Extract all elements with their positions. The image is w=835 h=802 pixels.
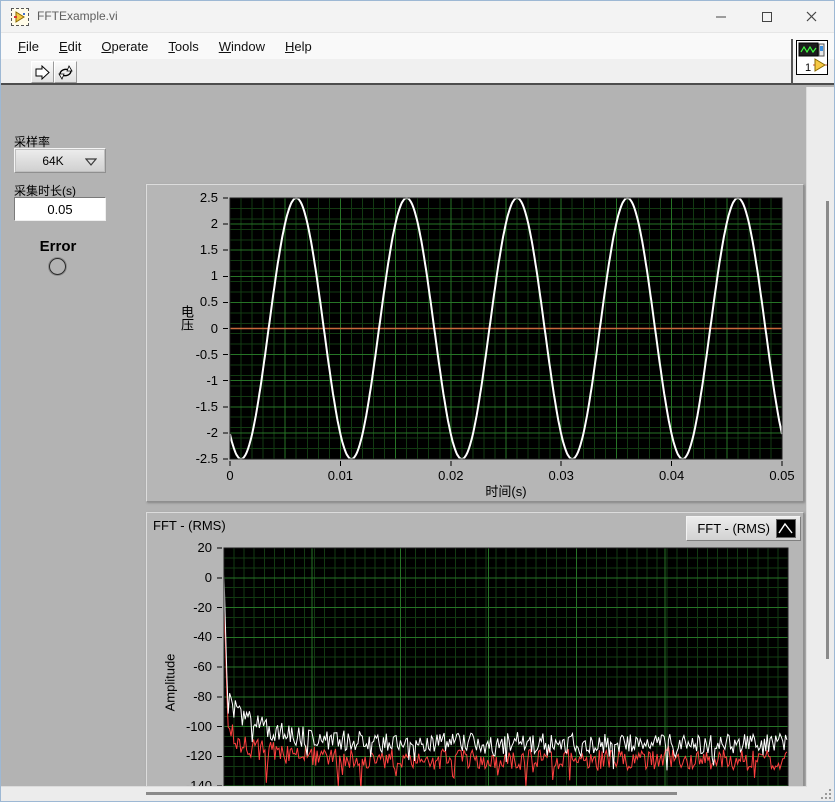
y-tick-label: 2.5 — [199, 190, 218, 205]
menu-item-edit[interactable]: Edit — [50, 36, 90, 57]
menu-bar: File Edit Operate Tools Window Help — [1, 33, 834, 59]
horizontal-scrollbar[interactable] — [1, 786, 807, 801]
vi-icon-badge[interactable]: 1 — [796, 40, 828, 75]
vi-file-icon — [11, 8, 29, 26]
waveform-chart[interactable]: 电压 时间(s) 2.5 2 1.5 1 0.5 0 -0.5 -1 -1.5 -2 -2.5 0 0.… — [146, 184, 804, 502]
vi-front-panel-window: FFTExample.vi File Edit Operate Tools Window… — [0, 0, 835, 802]
y-tick-label: 0.5 — [199, 294, 218, 310]
x-tick-label: 0.05 — [769, 468, 795, 483]
menu-item-operate[interactable]: Operate — [92, 36, 157, 57]
fft-plot-area[interactable] — [147, 513, 803, 802]
front-panel: 采样率 64K 采集时长(s) 0.05 Error 电压 时间(s) 2.5 2… — [1, 87, 807, 801]
y-tick-label: -100 — [185, 718, 212, 734]
duration-input[interactable]: 0.05 — [14, 197, 106, 221]
y-tick-label: -1.5 — [195, 398, 218, 414]
resize-grip[interactable] — [819, 787, 831, 799]
window-title: FFTExample.vi — [37, 9, 118, 23]
x-tick-label: 0 — [226, 468, 234, 483]
menu-item-file[interactable]: File — [9, 36, 48, 57]
y-tick-label: -120 — [185, 748, 212, 764]
y-tick-label: -1 — [206, 372, 218, 388]
close-button[interactable] — [789, 1, 834, 32]
error-label: Error — [39, 238, 77, 255]
error-led-indicator — [49, 258, 66, 275]
title-bar[interactable]: FFTExample.vi — [1, 1, 834, 33]
sample-rate-value: 64K — [42, 153, 64, 168]
maximize-button[interactable] — [744, 1, 789, 32]
y-tick-label: 0 — [210, 320, 218, 336]
vi-badge-number: 1 — [805, 62, 811, 74]
run-continuous-icon — [58, 64, 73, 80]
toolbar-separator — [791, 39, 793, 85]
x-tick-label: 0.02 — [438, 468, 464, 483]
horizontal-scrollbar-thumb[interactable] — [146, 792, 677, 795]
run-arrow-icon — [35, 64, 50, 80]
menu-item-tools[interactable]: Tools — [159, 36, 207, 57]
x-tick-label: 0.01 — [327, 468, 354, 483]
y-tick-label: 1.5 — [199, 242, 218, 258]
vertical-scrollbar-thumb[interactable] — [826, 201, 829, 659]
waveform-plot-area[interactable] — [147, 185, 803, 501]
y-tick-label: -40 — [193, 629, 212, 645]
fft-y-axis-label: Amplitude — [162, 653, 178, 712]
menu-item-window[interactable]: Window — [210, 36, 274, 57]
vertical-scrollbar[interactable] — [806, 87, 834, 801]
minimize-button[interactable] — [699, 1, 744, 32]
y-tick-label: 2 — [210, 216, 218, 232]
maximize-icon — [761, 11, 772, 22]
y-tick-label: -0.5 — [195, 346, 218, 362]
y-tick-label: 1 — [210, 268, 218, 284]
y-tick-label: 0 — [204, 569, 212, 585]
y-tick-label: -80 — [193, 688, 212, 704]
y-tick-label: 20 — [197, 540, 212, 555]
sample-rate-dropdown[interactable]: 64K — [14, 148, 106, 173]
y-tick-label: -20 — [193, 599, 212, 615]
y-tick-label: -2.5 — [195, 451, 218, 466]
fft-graph[interactable]: FFT - (RMS) FFT - (RMS) Amplitude Freque… — [146, 512, 804, 802]
chevron-down-icon — [85, 158, 97, 166]
run-continuous-button[interactable] — [54, 61, 77, 83]
run-button[interactable] — [31, 61, 54, 83]
waveform-y-axis-label: 电压 — [179, 305, 194, 331]
menu-item-help[interactable]: Help — [276, 36, 321, 57]
y-tick-label: -2 — [206, 424, 218, 440]
toolbar: 1 — [1, 39, 834, 85]
x-tick-label: 0.03 — [548, 468, 574, 483]
x-tick-label: 0.04 — [658, 468, 685, 483]
y-tick-label: -60 — [193, 659, 212, 675]
waveform-x-axis-label: 时间(s) — [485, 484, 527, 499]
